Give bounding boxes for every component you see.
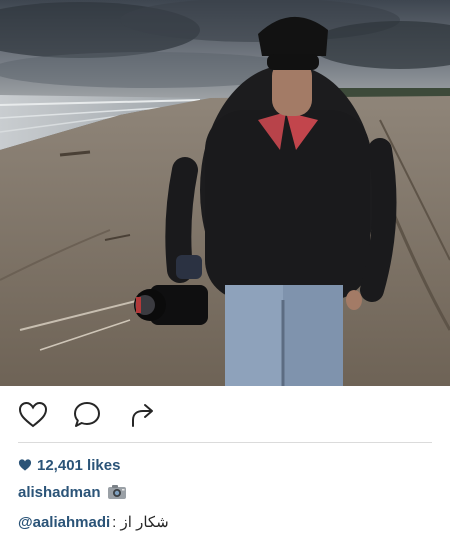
section-divider: [18, 442, 432, 443]
like-button[interactable]: [18, 400, 48, 430]
caption-text: شکار از :: [112, 514, 169, 531]
likes-count[interactable]: 12,401 likes: [18, 455, 120, 475]
author-username[interactable]: alishadman: [18, 484, 101, 501]
beach-photo-illustration: [0, 0, 450, 386]
heart-outline-icon: [18, 400, 48, 430]
post-caption: @aaliahmadi شکار از :: [18, 512, 169, 532]
share-arrow-icon: [128, 400, 158, 430]
speech-bubble-icon: [72, 400, 102, 430]
comment-button[interactable]: [72, 400, 102, 430]
share-button[interactable]: [128, 400, 158, 430]
caption-mention-link[interactable]: @aaliahmadi: [18, 514, 110, 531]
author-line: alishadman: [18, 482, 127, 502]
post-actions-bar: [0, 386, 450, 442]
likes-count-text: 12,401 likes: [37, 456, 121, 474]
heart-filled-icon: [18, 458, 32, 472]
post-photo[interactable]: [0, 0, 450, 386]
camera-emoji-icon: [107, 484, 127, 500]
